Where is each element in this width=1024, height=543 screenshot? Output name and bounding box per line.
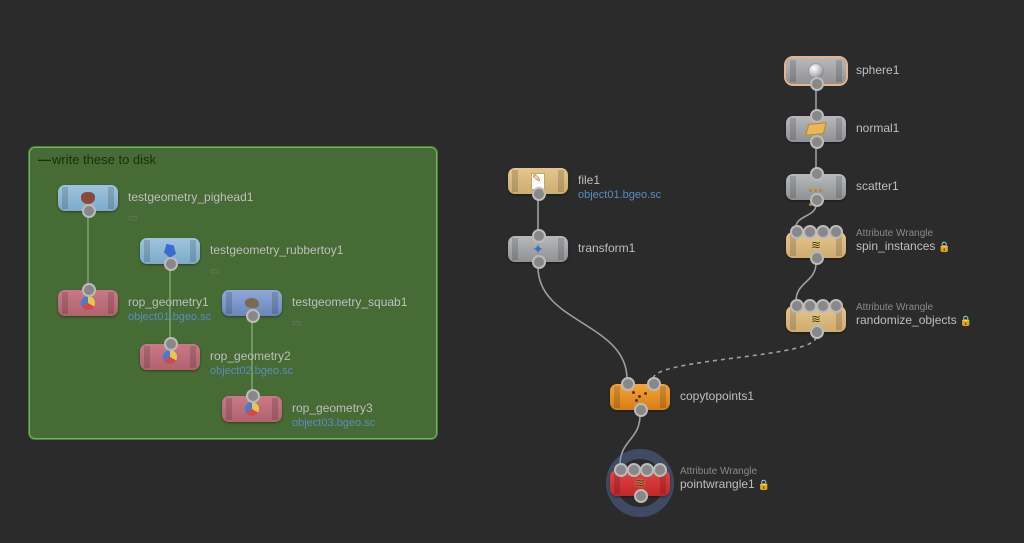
node-copytopoints1[interactable] — [610, 384, 670, 410]
wire[interactable] — [538, 267, 627, 379]
node-transform1[interactable]: ✦ — [508, 236, 568, 262]
node-type-label: Attribute Wrangle — [856, 302, 972, 313]
input-port[interactable] — [653, 463, 667, 477]
node-name-text: transform1 — [578, 241, 635, 255]
output-port[interactable] — [246, 309, 260, 323]
node-name-text: rop_geometry1 — [128, 295, 209, 309]
node-info-text: object03.bgeo.sc — [292, 417, 375, 429]
node-label[interactable]: testgeometry_rubbertoy1 — [210, 243, 343, 257]
node-label[interactable]: testgeometry_squab1 — [292, 295, 407, 309]
input-port[interactable] — [164, 337, 178, 351]
node-name-text: copytopoints1 — [680, 389, 754, 403]
node-label[interactable]: file1 object01.bgeo.sc — [578, 173, 661, 201]
input-port[interactable] — [829, 225, 843, 239]
node-label[interactable]: transform1 — [578, 241, 635, 255]
lock-icon: 🔒 — [755, 480, 770, 491]
input-port[interactable] — [647, 377, 661, 391]
node-name-text: normal1 — [856, 121, 899, 135]
node-pointwrangle1[interactable]: ≋ — [610, 470, 670, 496]
input-port[interactable] — [803, 225, 817, 239]
output-port[interactable] — [164, 257, 178, 271]
node-normal1[interactable] — [786, 116, 846, 142]
wire[interactable] — [796, 263, 816, 301]
minimize-icon[interactable]: — — [38, 152, 48, 167]
group-title[interactable]: — write these to disk — [38, 152, 156, 167]
node-rop_geometry1[interactable] — [58, 290, 118, 316]
output-port[interactable] — [810, 77, 824, 91]
node-name-text: scatter1 — [856, 179, 899, 193]
node-info-text: object01.bgeo.sc — [128, 311, 211, 323]
node-tag-icon: ▭ — [128, 213, 137, 224]
node-label[interactable]: Attribute Wranglespin_instances 🔒 — [856, 228, 951, 253]
node-label[interactable]: rop_geometry1 object01.bgeo.sc — [128, 295, 211, 323]
group-title-text: write these to disk — [52, 152, 156, 167]
node-scatter1[interactable] — [786, 174, 846, 200]
input-port[interactable] — [627, 463, 641, 477]
output-port[interactable] — [634, 403, 648, 417]
node-label[interactable]: copytopoints1 — [680, 389, 754, 403]
input-port[interactable] — [532, 229, 546, 243]
node-label[interactable]: scatter1 — [856, 179, 899, 193]
node-name-text: testgeometry_squab1 — [292, 295, 407, 309]
node-label[interactable]: rop_geometry2 object02.bgeo.sc — [210, 349, 293, 377]
lock-icon: 🔒 — [957, 316, 972, 327]
input-port[interactable] — [614, 463, 628, 477]
input-port[interactable] — [816, 299, 830, 313]
node-name-text: rop_geometry2 — [210, 349, 291, 363]
lock-icon: 🔒 — [935, 242, 950, 253]
input-port[interactable] — [816, 225, 830, 239]
output-port[interactable] — [634, 489, 648, 503]
input-port[interactable] — [82, 283, 96, 297]
input-port[interactable] — [790, 299, 804, 313]
input-port[interactable] — [810, 109, 824, 123]
node-testgeometry_squab1[interactable] — [222, 290, 282, 316]
input-port[interactable] — [246, 389, 260, 403]
node-sphere1[interactable] — [786, 58, 846, 84]
wire[interactable] — [796, 205, 816, 227]
output-port[interactable] — [532, 255, 546, 269]
node-label[interactable]: normal1 — [856, 121, 899, 135]
node-name-text: spin_instances — [856, 239, 935, 253]
node-info-text: object01.bgeo.sc — [578, 189, 661, 201]
node-label[interactable]: sphere1 — [856, 63, 899, 77]
input-port[interactable] — [810, 167, 824, 181]
node-type-label: Attribute Wrangle — [856, 228, 951, 239]
node-name-text: file1 — [578, 173, 600, 187]
wire[interactable] — [653, 337, 816, 379]
node-label[interactable]: Attribute Wranglepointwrangle1 🔒 — [680, 466, 770, 491]
node-name-text: testgeometry_rubbertoy1 — [210, 243, 343, 257]
output-port[interactable] — [810, 325, 824, 339]
node-name-text: rop_geometry3 — [292, 401, 373, 415]
node-rop_geometry2[interactable] — [140, 344, 200, 370]
node-file1[interactable] — [508, 168, 568, 194]
node-rop_geometry3[interactable] — [222, 396, 282, 422]
input-port[interactable] — [621, 377, 635, 391]
node-randomize_objects[interactable]: ≋ — [786, 306, 846, 332]
output-port[interactable] — [810, 193, 824, 207]
node-name-text: testgeometry_pighead1 — [128, 190, 253, 204]
node-name-text: pointwrangle1 — [680, 477, 755, 491]
node-label[interactable]: Attribute Wranglerandomize_objects 🔒 — [856, 302, 972, 327]
node-spin_instances[interactable]: ≋ — [786, 232, 846, 258]
input-port[interactable] — [790, 225, 804, 239]
node-info-text: object02.bgeo.sc — [210, 365, 293, 377]
node-testgeometry_pighead1[interactable] — [58, 185, 118, 211]
input-port[interactable] — [803, 299, 817, 313]
output-port[interactable] — [82, 204, 96, 218]
input-port[interactable] — [829, 299, 843, 313]
output-port[interactable] — [810, 135, 824, 149]
node-name-text: randomize_objects — [856, 313, 957, 327]
node-name-text: sphere1 — [856, 63, 899, 77]
output-port[interactable] — [810, 251, 824, 265]
node-testgeometry_rubbertoy1[interactable] — [140, 238, 200, 264]
input-port[interactable] — [640, 463, 654, 477]
node-label[interactable]: rop_geometry3 object03.bgeo.sc — [292, 401, 375, 429]
node-label[interactable]: testgeometry_pighead1 — [128, 190, 253, 204]
node-tag-icon: ▭ — [292, 318, 301, 329]
node-type-label: Attribute Wrangle — [680, 466, 770, 477]
node-tag-icon: ▭ — [210, 266, 219, 277]
output-port[interactable] — [532, 187, 546, 201]
